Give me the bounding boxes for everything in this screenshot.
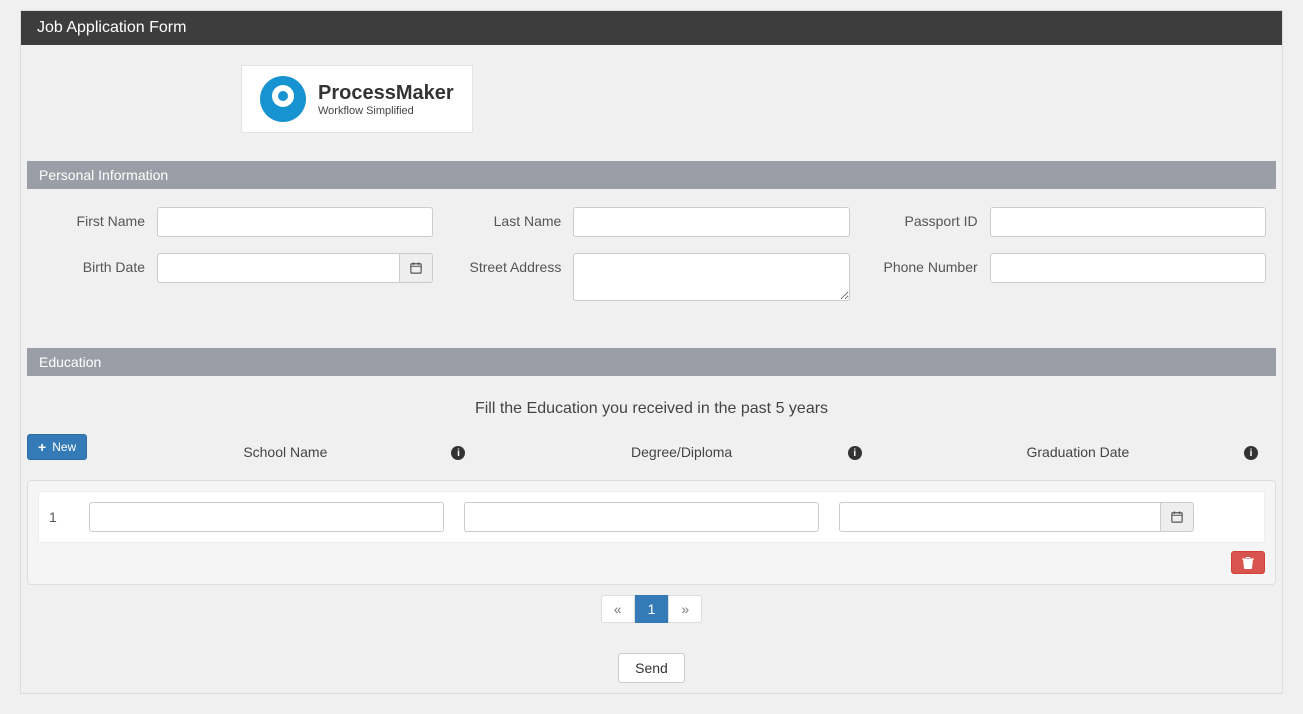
pagination-prev[interactable]: «	[601, 595, 635, 623]
graduation-date-picker-button[interactable]	[1160, 502, 1194, 532]
education-instruction: Fill the Education you received in the p…	[21, 384, 1282, 434]
section-header-education: Education	[27, 348, 1276, 376]
label-birth-date: Birth Date	[37, 253, 157, 275]
logo-subtitle: Workflow Simplified	[318, 105, 454, 117]
new-row-label: New	[52, 440, 76, 454]
label-first-name: First Name	[37, 207, 157, 229]
col-header-school: School Name	[243, 444, 327, 460]
last-name-input[interactable]	[573, 207, 849, 237]
delete-row-button[interactable]	[1231, 551, 1265, 574]
plus-icon: +	[38, 439, 46, 455]
pagination-page-1[interactable]: 1	[635, 595, 669, 623]
first-name-input[interactable]	[157, 207, 433, 237]
form-title: Job Application Form	[37, 19, 186, 36]
degree-input[interactable]	[464, 502, 819, 532]
logo-title: ProcessMaker	[318, 82, 454, 105]
birth-date-picker-button[interactable]	[399, 253, 433, 283]
section-header-personal: Personal Information	[27, 161, 1276, 189]
label-phone-number: Phone Number	[870, 253, 990, 275]
logo-area: ProcessMaker Workflow Simplified	[21, 45, 1282, 153]
logo-icon	[260, 76, 306, 122]
section-title-education: Education	[39, 354, 101, 370]
col-header-grad-date: Graduation Date	[1027, 444, 1130, 460]
row-number: 1	[49, 509, 69, 525]
label-passport-id: Passport ID	[870, 207, 990, 229]
info-icon[interactable]: i	[848, 446, 862, 460]
graduation-date-input[interactable]	[839, 502, 1160, 532]
label-last-name: Last Name	[453, 207, 573, 229]
passport-id-input[interactable]	[990, 207, 1266, 237]
calendar-icon	[410, 262, 422, 274]
label-street-address: Street Address	[453, 253, 573, 275]
table-row: 1	[38, 491, 1265, 543]
form-title-bar: Job Application Form	[21, 11, 1282, 45]
info-icon[interactable]: i	[1244, 446, 1258, 460]
trash-icon	[1242, 556, 1254, 569]
form-container: Job Application Form ProcessMaker Workfl…	[20, 10, 1283, 694]
new-row-button[interactable]: + New	[27, 434, 87, 460]
pagination-next[interactable]: »	[668, 595, 702, 623]
send-button[interactable]: Send	[618, 653, 685, 683]
phone-number-input[interactable]	[990, 253, 1266, 283]
info-icon[interactable]: i	[451, 446, 465, 460]
section-title-personal: Personal Information	[39, 167, 168, 183]
col-header-degree: Degree/Diploma	[631, 444, 732, 460]
calendar-icon	[1171, 511, 1183, 523]
logo: ProcessMaker Workflow Simplified	[241, 65, 473, 133]
school-name-input[interactable]	[89, 502, 444, 532]
pagination: « 1 »	[27, 595, 1276, 623]
grid-body: 1	[27, 480, 1276, 585]
street-address-input[interactable]	[573, 253, 849, 301]
birth-date-input[interactable]	[157, 253, 399, 283]
